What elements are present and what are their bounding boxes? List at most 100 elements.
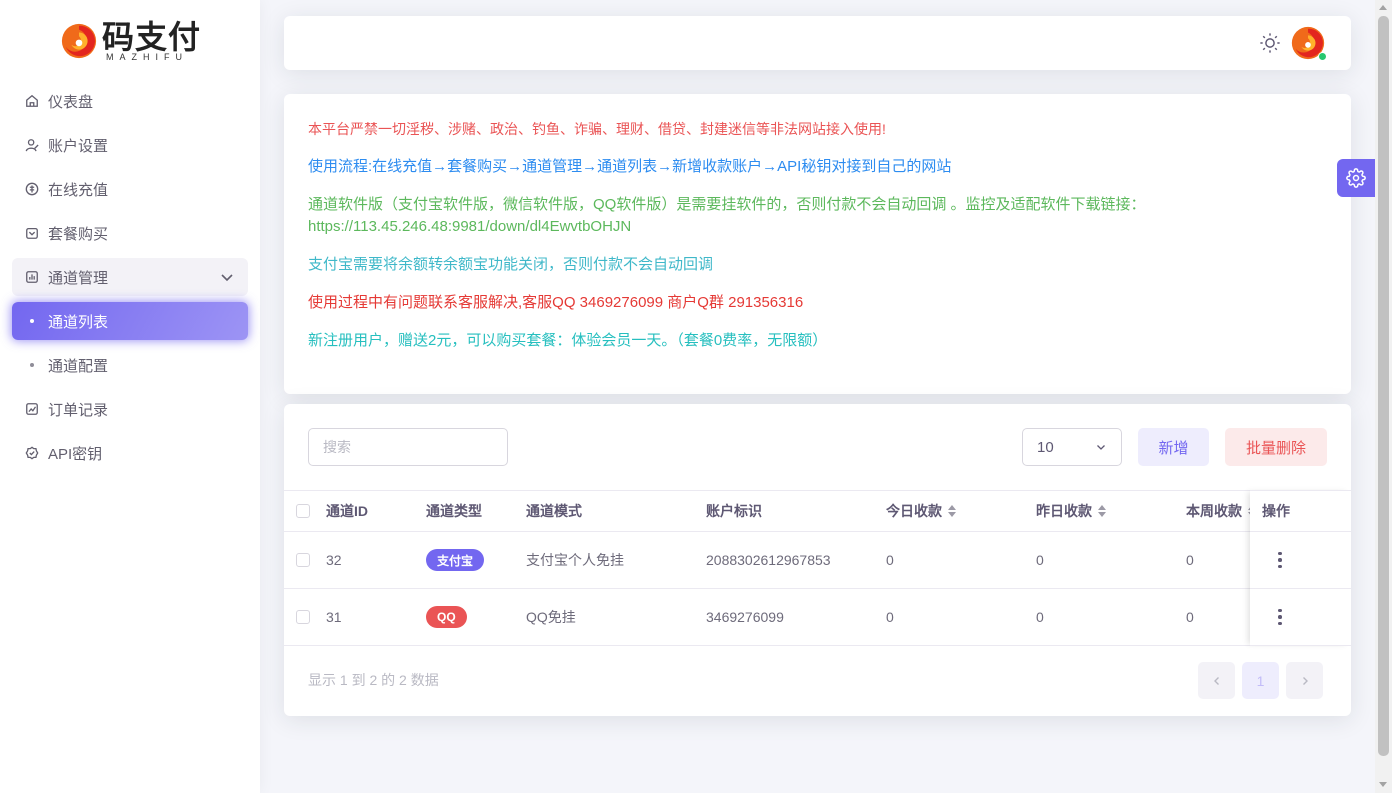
top-navbar bbox=[284, 16, 1351, 70]
type-badge: 支付宝 bbox=[426, 549, 485, 571]
table-row: 31 QQ QQ免挂 3469276099 0 0 0 bbox=[284, 589, 1351, 646]
brand-logo-icon bbox=[61, 23, 97, 59]
row-checkbox[interactable] bbox=[296, 553, 310, 567]
more-vertical-icon[interactable] bbox=[1278, 608, 1282, 626]
cell-yesterday-income: 0 bbox=[1036, 552, 1044, 568]
sidebar: 码支付 MAZHIFU 仪表盘 账户设置 在线充值 套餐购买 通道管理 通道列表… bbox=[0, 0, 260, 793]
notice-new-user: 新注册用户，赠送2元，可以购买套餐：体验会员一天。（套餐0费率，无限额） bbox=[308, 332, 828, 349]
customizer-toggle[interactable] bbox=[1337, 159, 1375, 197]
sidebar-item-label: 通道配置 bbox=[48, 357, 109, 375]
notice-alipay: 支付宝需要将余额转余额宝功能关闭，否则付款不会自动回调 bbox=[308, 256, 714, 273]
actions-column: 操作 bbox=[1250, 490, 1351, 646]
select-all-checkbox[interactable] bbox=[296, 504, 310, 518]
cell-yesterday-income: 0 bbox=[1036, 609, 1044, 625]
scroll-thumb[interactable] bbox=[1378, 16, 1389, 756]
sidebar-item-label: 在线充值 bbox=[48, 181, 109, 199]
sidebar-item-orders[interactable]: 订单记录 bbox=[12, 390, 248, 428]
pagination-info: 显示 1 到 2 的 2 数据 bbox=[308, 672, 439, 688]
col-label: 今日收款 bbox=[886, 503, 942, 519]
page-size-value: 10 bbox=[1037, 438, 1054, 456]
sidebar-item-api-key[interactable]: API密钥 bbox=[12, 434, 248, 472]
brand-logo[interactable]: 码支付 MAZHIFU bbox=[60, 18, 210, 64]
cell-channel-id: 31 bbox=[326, 609, 342, 625]
sort-icon bbox=[1098, 505, 1106, 517]
notice-software: 通道软件版（支付宝软件版，微信软件版，QQ软件版）是需要挂软件的，否则付款不会自… bbox=[308, 194, 1327, 238]
channel-table-card: 10 新增 批量删除 通道ID 通道类型 通道模式 账户标识 今日收款 昨日收款… bbox=[284, 404, 1351, 716]
sidebar-item-label: API密钥 bbox=[48, 445, 103, 463]
sidebar-item-package[interactable]: 套餐购买 bbox=[12, 214, 248, 252]
page-number-button[interactable]: 1 bbox=[1242, 662, 1279, 699]
sidebar-item-label: 通道列表 bbox=[48, 313, 109, 331]
sidebar-item-account-settings[interactable]: 账户设置 bbox=[12, 126, 248, 164]
brand-name: 码支付 bbox=[102, 18, 202, 56]
next-page-button[interactable] bbox=[1286, 662, 1323, 699]
col-yesterday-income[interactable]: 昨日收款 bbox=[1036, 491, 1106, 531]
more-vertical-icon[interactable] bbox=[1278, 551, 1282, 569]
sidebar-item-channel-list[interactable]: 通道列表 bbox=[12, 302, 248, 340]
table-row: 32 支付宝 支付宝个人免挂 2088302612967853 0 0 0 bbox=[284, 532, 1351, 589]
batch-delete-button[interactable]: 批量删除 bbox=[1225, 428, 1327, 466]
sidebar-item-label: 订单记录 bbox=[48, 401, 109, 419]
cell-channel-mode: 支付宝个人免挂 bbox=[526, 552, 624, 568]
sidebar-item-dashboard[interactable]: 仪表盘 bbox=[12, 82, 248, 120]
bullet-icon bbox=[30, 319, 34, 323]
scroll-down-arrow-icon[interactable] bbox=[1379, 782, 1387, 787]
cell-today-income: 0 bbox=[886, 552, 894, 568]
table-header: 通道ID 通道类型 通道模式 账户标识 今日收款 昨日收款 本周收款 本 bbox=[284, 490, 1351, 532]
notice-usage-flow: 使用流程:在线充值→套餐购买→通道管理→通道列表→新增收款账户→API秘钥对接到… bbox=[308, 158, 952, 175]
key-badge-icon bbox=[24, 445, 40, 461]
chevron-down-icon bbox=[220, 270, 234, 288]
cell-account-id: 2088302612967853 bbox=[706, 552, 831, 568]
col-channel-id[interactable]: 通道ID bbox=[326, 491, 368, 531]
online-status-dot bbox=[1318, 52, 1327, 61]
cell-week-income: 0 bbox=[1186, 609, 1194, 625]
brand-subtitle: MAZHIFU bbox=[106, 52, 188, 62]
sidebar-item-label: 账户设置 bbox=[48, 137, 109, 155]
sidebar-item-label: 套餐购买 bbox=[48, 225, 109, 243]
sidebar-item-label: 仪表盘 bbox=[48, 93, 94, 111]
channel-table: 通道ID 通道类型 通道模式 账户标识 今日收款 昨日收款 本周收款 本 32 … bbox=[284, 490, 1351, 646]
prev-page-button[interactable] bbox=[1198, 662, 1235, 699]
row-checkbox[interactable] bbox=[296, 610, 310, 624]
row-actions bbox=[1250, 589, 1351, 646]
search-input[interactable] bbox=[308, 428, 508, 466]
notice-prohibited: 本平台严禁一切淫秽、涉赌、政治、钓鱼、诈骗、理财、借贷、封建迷信等非法网站接入使… bbox=[308, 121, 886, 137]
coin-icon bbox=[24, 181, 40, 197]
col-account-id[interactable]: 账户标识 bbox=[706, 491, 762, 531]
gear-icon bbox=[1346, 168, 1366, 188]
chevron-right-icon bbox=[1302, 676, 1308, 685]
sort-icon bbox=[948, 505, 956, 517]
chevron-down-icon bbox=[1097, 445, 1105, 450]
sidebar-item-channel-management[interactable]: 通道管理 bbox=[12, 258, 248, 296]
col-channel-mode[interactable]: 通道模式 bbox=[526, 491, 582, 531]
sidebar-item-recharge[interactable]: 在线充值 bbox=[12, 170, 248, 208]
sidebar-item-channel-config[interactable]: 通道配置 bbox=[12, 346, 248, 384]
scroll-up-arrow-icon[interactable] bbox=[1379, 5, 1387, 10]
col-today-income[interactable]: 今日收款 bbox=[886, 491, 956, 531]
cell-week-income: 0 bbox=[1186, 552, 1194, 568]
notice-download-link[interactable]: https://113.45.246.48:9981/down/dl4Ewvtb… bbox=[308, 216, 1327, 238]
bullet-icon bbox=[30, 363, 34, 367]
cell-today-income: 0 bbox=[886, 609, 894, 625]
chevron-left-icon bbox=[1213, 676, 1219, 685]
notice-card: 本平台严禁一切淫秽、涉赌、政治、钓鱼、诈骗、理财、借贷、封建迷信等非法网站接入使… bbox=[284, 94, 1351, 394]
user-edit-icon bbox=[24, 137, 40, 153]
col-label: 本周收款 bbox=[1186, 503, 1242, 519]
col-week-income[interactable]: 本周收款 bbox=[1186, 491, 1256, 531]
cell-channel-id: 32 bbox=[326, 552, 342, 568]
bar-chart-icon bbox=[24, 269, 40, 285]
cell-account-id: 3469276099 bbox=[706, 609, 784, 625]
sidebar-item-label: 通道管理 bbox=[48, 269, 109, 287]
col-channel-type[interactable]: 通道类型 bbox=[426, 491, 482, 531]
notice-software-text: 通道软件版（支付宝软件版，微信软件版，QQ软件版）是需要挂软件的，否则付款不会自… bbox=[308, 196, 1146, 213]
package-icon bbox=[24, 225, 40, 241]
type-badge: QQ bbox=[426, 606, 467, 628]
row-actions bbox=[1250, 532, 1351, 589]
sun-icon[interactable] bbox=[1259, 32, 1281, 54]
page-scrollbar[interactable] bbox=[1375, 0, 1392, 793]
notice-contact: 使用过程中有问题联系客服解决,客服QQ 3469276099 商户Q群 2913… bbox=[308, 294, 804, 311]
trend-icon bbox=[24, 401, 40, 417]
home-icon bbox=[24, 93, 40, 109]
add-button[interactable]: 新增 bbox=[1138, 428, 1209, 466]
page-size-select[interactable]: 10 bbox=[1022, 428, 1122, 466]
